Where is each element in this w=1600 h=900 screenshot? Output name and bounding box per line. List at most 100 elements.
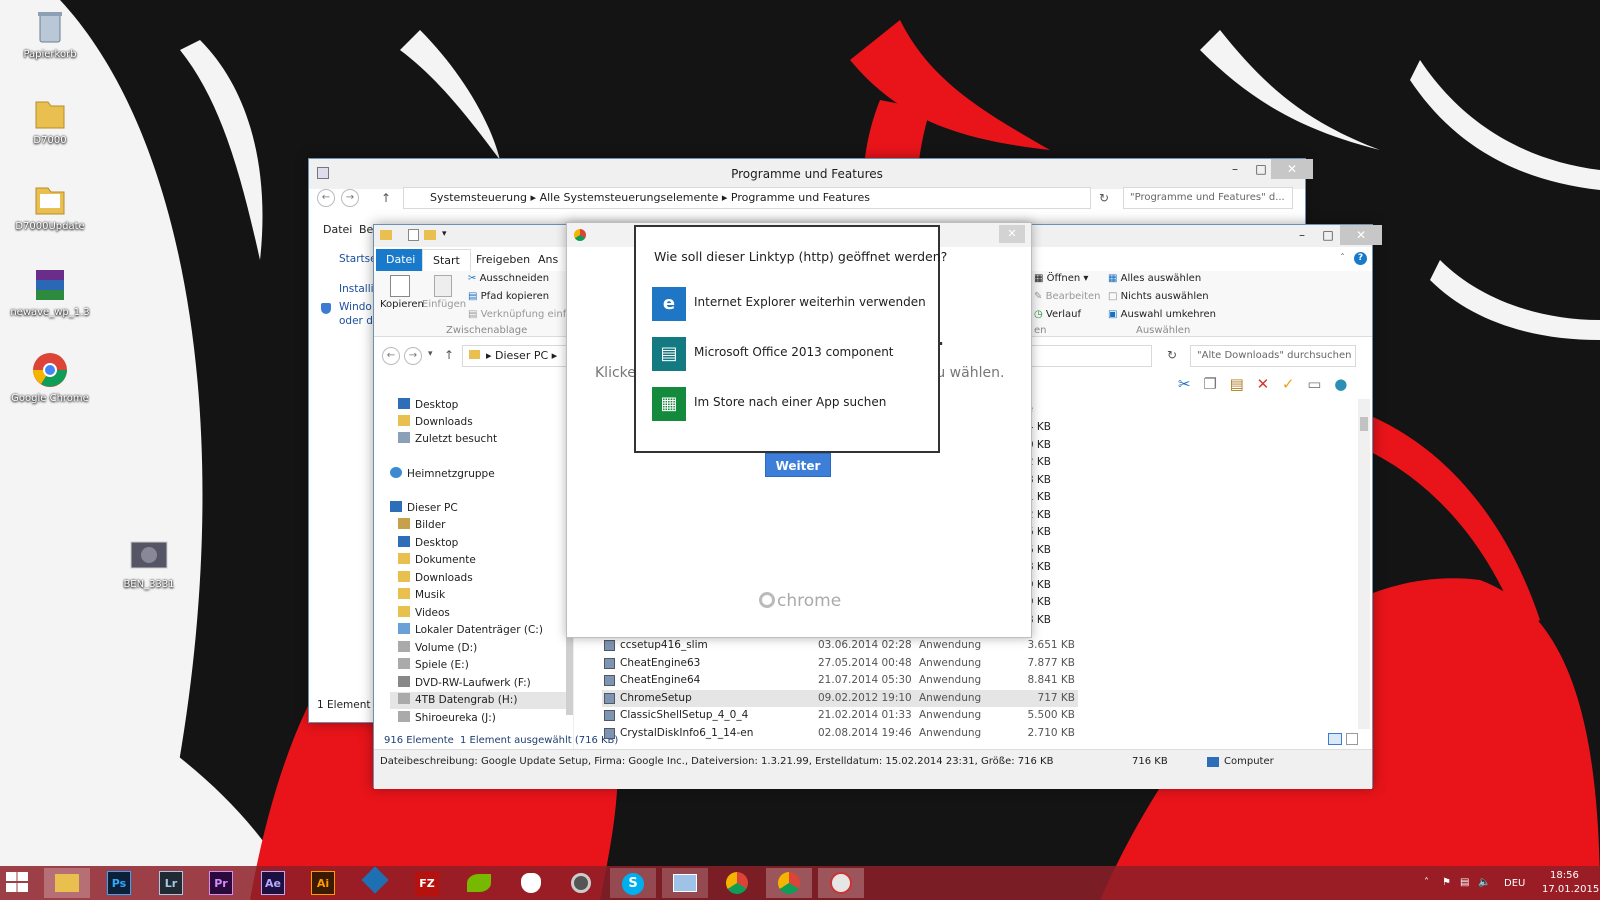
breadcrumb-item[interactable]: Programme und Features xyxy=(731,191,870,204)
copy-icon[interactable]: ❐ xyxy=(1203,375,1216,393)
taskbar-tool-app[interactable] xyxy=(818,868,864,898)
taskbar-filezilla[interactable]: FZ xyxy=(404,868,450,898)
chooser-option-office[interactable]: ▤ Microsoft Office 2013 component xyxy=(652,337,932,371)
paste-button[interactable]: Einfügen xyxy=(422,275,466,310)
new-folder-icon[interactable] xyxy=(424,230,436,240)
breadcrumb-this-pc[interactable]: Dieser PC xyxy=(495,349,548,362)
file-row[interactable]: CrystalDiskInfo6_1_14-en 02.08.2014 19:46… xyxy=(602,725,1078,742)
tree-item-pc[interactable]: Dokumente xyxy=(398,552,476,569)
tree-item-pc[interactable]: Musik xyxy=(398,587,445,604)
action-center-icon[interactable]: ⚑ xyxy=(1442,877,1451,888)
refresh-icon[interactable]: ↻ xyxy=(1099,191,1109,205)
desktop-icon-d7000[interactable]: D7000 xyxy=(5,92,95,146)
tab-datei[interactable]: Datei xyxy=(376,249,426,271)
globe-icon[interactable]: ● xyxy=(1334,375,1347,393)
menu-datei[interactable]: Datei xyxy=(323,223,352,236)
taskbar-illustrator[interactable]: Ai xyxy=(300,868,346,898)
copy-button[interactable]: Kopieren xyxy=(380,275,424,310)
view-details-icon[interactable] xyxy=(1328,733,1342,745)
refresh-icon[interactable]: ↻ xyxy=(1167,348,1177,362)
recent-locations-icon[interactable]: ▾ xyxy=(428,349,433,359)
tree-item-pc[interactable]: DVD-RW-Laufwerk (F:) xyxy=(398,675,531,692)
tab-start[interactable]: Start xyxy=(422,249,471,271)
taskbar-control-panel[interactable] xyxy=(662,868,708,898)
invert-selection-button[interactable]: ▣ Auswahl umkehren xyxy=(1108,309,1216,320)
select-none-button[interactable]: □ Nichts auswählen xyxy=(1108,291,1209,302)
language-indicator[interactable]: DEU xyxy=(1504,878,1525,889)
breadcrumb-item[interactable]: Systemsteuerung xyxy=(430,191,527,204)
chooser-option-store[interactable]: ▦ Im Store nach einer App suchen xyxy=(652,387,932,421)
delete-icon[interactable]: ✕ xyxy=(1257,375,1270,393)
network-icon[interactable]: ▤ xyxy=(1460,877,1469,888)
tree-item-this-pc[interactable]: Dieser PC xyxy=(390,500,458,517)
taskbar-skype[interactable]: S xyxy=(610,868,656,898)
start-button[interactable] xyxy=(6,872,30,894)
desktop-icon-d7000update[interactable]: D7000Update xyxy=(5,178,95,232)
file-row[interactable]: ClassicShellSetup_4_0_4 21.02.2014 01:33 A… xyxy=(602,707,1078,724)
taskbar-app-blue[interactable] xyxy=(352,866,398,898)
chooser-option-internet-explorer[interactable]: e Internet Explorer weiterhin verwenden xyxy=(652,287,932,321)
edit-button[interactable]: ✎ Bearbeiten xyxy=(1034,291,1101,302)
close-icon[interactable]: ✕ xyxy=(999,225,1025,243)
breadcrumb-item[interactable]: Alle Systemsteuerungselemente xyxy=(540,191,719,204)
history-button[interactable]: ◷ Verlauf xyxy=(1034,309,1081,320)
chevron-up-icon[interactable]: ˆ xyxy=(1340,253,1345,264)
tree-item-downloads[interactable]: Downloads xyxy=(398,414,473,431)
tree-item-pc[interactable]: Bilder xyxy=(398,517,445,534)
desktop-icon-newave[interactable]: newave_wp_1.3 xyxy=(5,264,95,318)
desktop-icon-recycle-bin[interactable]: Papierkorb xyxy=(5,6,95,60)
programs-address-bar[interactable]: Systemsteuerung ▸ Alle Systemsteuerungse… xyxy=(403,187,1091,209)
back-arrow-icon[interactable]: ← xyxy=(382,347,400,365)
taskbar-fox-app[interactable] xyxy=(508,868,554,898)
file-row[interactable]: CheatEngine63 27.05.2014 00:48 Anwendung 7.… xyxy=(602,655,1078,672)
tree-item-pc[interactable]: 4TB Datengrab (H:) xyxy=(390,692,566,709)
weiter-button[interactable]: Weiter xyxy=(765,453,831,477)
view-tiles-icon[interactable] xyxy=(1346,733,1358,745)
forward-arrow-icon[interactable]: → xyxy=(341,189,359,207)
link-type-chooser[interactable]: Wie soll dieser Linktyp (http) geöffnet … xyxy=(634,225,947,453)
tree-item-pc[interactable]: Lokaler Datenträger (C:) xyxy=(398,622,543,639)
forward-arrow-icon[interactable]: → xyxy=(404,347,422,365)
volume-icon[interactable]: 🔈 xyxy=(1478,877,1490,888)
minimize-button[interactable]: – xyxy=(1221,159,1249,179)
taskbar-file-explorer[interactable] xyxy=(44,868,90,898)
up-arrow-icon[interactable]: ↑ xyxy=(381,191,391,205)
cut-button[interactable]: ✂ Ausschneiden xyxy=(468,273,549,284)
tree-item-pc[interactable]: Volume (D:) xyxy=(398,640,477,657)
desktop-icon-google-chrome[interactable]: Google Chrome xyxy=(5,350,95,404)
taskbar-photoshop[interactable]: Ps xyxy=(96,868,142,898)
file-row[interactable]: ChromeSetup 09.02.2012 19:10 Anwendung 717 … xyxy=(602,689,1078,707)
tree-item-pc[interactable]: Spiele (E:) xyxy=(398,657,469,674)
minimize-button[interactable]: – xyxy=(1288,225,1316,245)
tree-item-pc[interactable]: Videos xyxy=(398,605,450,622)
up-arrow-icon[interactable]: ↑ xyxy=(444,348,454,362)
chevron-down-icon[interactable]: ▾ xyxy=(442,229,447,239)
taskbar-nvidia[interactable] xyxy=(456,868,502,898)
programs-titlebar[interactable]: Programme und Features – □ ✕ xyxy=(309,159,1313,189)
close-button[interactable]: ✕ xyxy=(1340,225,1382,245)
checkmark-icon[interactable]: ✓ xyxy=(1282,375,1295,393)
taskbar-premiere[interactable]: Pr xyxy=(198,868,244,898)
tree-item-recent[interactable]: Zuletzt besucht xyxy=(398,431,497,448)
clock-time[interactable]: 18:56 xyxy=(1550,870,1579,881)
help-icon[interactable]: ? xyxy=(1354,252,1367,265)
back-arrow-icon[interactable]: ← xyxy=(317,189,335,207)
scrollbar-thumb[interactable] xyxy=(1360,417,1368,431)
file-row[interactable]: ccsetup416_slim 03.06.2014 02:28 Anwendung… xyxy=(602,637,1078,654)
sidebar-link-windows-features[interactable]: Windo xyxy=(339,301,372,313)
paste-shortcut-button[interactable]: ▤ Verknüpfung einf xyxy=(468,309,566,320)
tree-item-homegroup[interactable]: Heimnetzgruppe xyxy=(390,466,495,483)
tab-ansicht[interactable]: Ans xyxy=(528,249,568,271)
file-row[interactable]: CheatEngine64 21.07.2014 05:30 Anwendung 8.… xyxy=(602,672,1078,689)
open-button[interactable]: ▦ Öffnen ▾ xyxy=(1034,273,1088,284)
tree-item-pc[interactable]: Downloads xyxy=(398,570,473,587)
cut-icon[interactable]: ✂ xyxy=(1178,375,1191,393)
rename-icon[interactable]: ▭ xyxy=(1307,375,1321,393)
taskbar-app-circle[interactable] xyxy=(558,868,604,898)
close-button[interactable]: ✕ xyxy=(1271,159,1313,179)
clock-date[interactable]: 17.01.2015 xyxy=(1542,884,1599,895)
desktop-icon-ben-3331[interactable]: BEN_3331 xyxy=(104,536,194,590)
taskbar-after-effects[interactable]: Ae xyxy=(250,868,296,898)
programs-search-input[interactable]: "Programme und Features" d... xyxy=(1123,187,1293,209)
taskbar-chrome-active[interactable] xyxy=(766,868,812,898)
